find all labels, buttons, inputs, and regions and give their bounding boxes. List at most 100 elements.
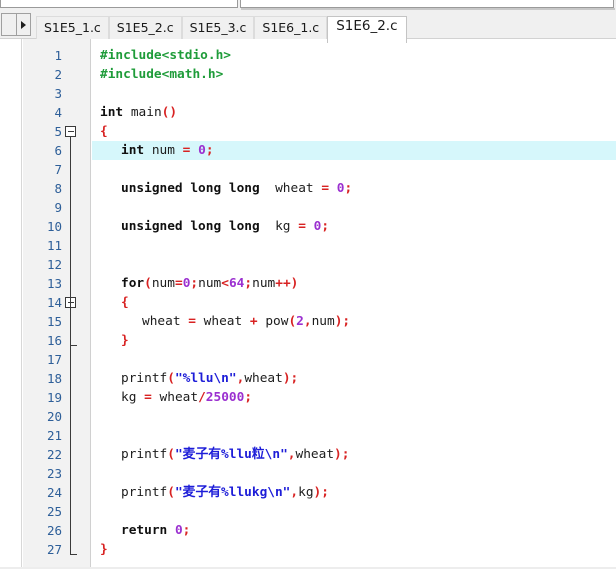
code-line[interactable]: } bbox=[121, 331, 129, 350]
code-line[interactable]: { bbox=[121, 293, 129, 312]
code-line[interactable]: for(num=0;num<64;num++) bbox=[121, 274, 298, 293]
tab-S1E5_2-c[interactable]: S1E5_2.c bbox=[108, 16, 182, 39]
code-line[interactable]: int main() bbox=[100, 103, 177, 122]
code-token: int bbox=[121, 143, 145, 158]
code-token: ( bbox=[144, 276, 152, 291]
code-line[interactable]: kg = wheat/25000; bbox=[121, 388, 252, 407]
code-token: = bbox=[298, 219, 306, 234]
code-token: ; bbox=[321, 219, 330, 234]
gutter-row[interactable]: 26 bbox=[23, 521, 90, 540]
code-line[interactable]: printf("%llu\n",wheat); bbox=[121, 369, 298, 388]
code-line[interactable]: #include<stdio.h> bbox=[100, 46, 231, 65]
code-token: () bbox=[161, 105, 178, 120]
line-number: 12 bbox=[46, 257, 62, 272]
gutter-row[interactable]: 14 bbox=[23, 293, 90, 312]
line-number: 16 bbox=[46, 333, 62, 348]
code-token: wheat bbox=[151, 390, 199, 405]
tab-S1E5_3-c[interactable]: S1E5_3.c bbox=[181, 16, 255, 39]
code-token: = bbox=[321, 181, 330, 196]
code-token: unsigned long long bbox=[121, 181, 260, 196]
code-token: ( bbox=[167, 447, 175, 462]
gutter-row[interactable]: 21 bbox=[23, 426, 90, 445]
line-number: 25 bbox=[46, 504, 62, 519]
tab-S1E5_1-c[interactable]: S1E5_1.c bbox=[36, 16, 109, 39]
code-line[interactable]: return 0; bbox=[121, 521, 190, 540]
code-line[interactable]: printf("麦子有%llukg\n",kg); bbox=[121, 483, 329, 502]
toolbar-strip bbox=[0, 0, 616, 11]
code-token: pow bbox=[257, 314, 289, 329]
code-token: num bbox=[144, 143, 183, 158]
gutter-row[interactable]: 17 bbox=[23, 350, 90, 369]
code-token: for bbox=[121, 276, 145, 291]
code-token: num bbox=[311, 314, 335, 329]
gutter-row[interactable]: 5 bbox=[23, 122, 90, 141]
code-token: wheat bbox=[195, 314, 250, 329]
gutter-row[interactable]: 25 bbox=[23, 502, 90, 521]
code-line[interactable]: unsigned long long wheat = 0; bbox=[121, 179, 352, 198]
code-line[interactable]: unsigned long long kg = 0; bbox=[121, 217, 329, 236]
code-token: = bbox=[174, 276, 183, 291]
line-number: 22 bbox=[46, 447, 62, 462]
code-editor[interactable]: 1 2 3 4 5 6 7 8 9 10 11 12 13 14 15 16 17 18 19 20 21 22 23 24 2… bbox=[0, 39, 616, 567]
gutter-row[interactable]: 11 bbox=[23, 236, 90, 255]
code-token: 0 bbox=[198, 143, 206, 158]
code-content-area[interactable]: #include<stdio.h> #include<math.h> int mai… bbox=[92, 39, 616, 567]
gutter-row[interactable]: 20 bbox=[23, 407, 90, 426]
tab-S1E6_2-c[interactable]: S1E6_2.c bbox=[327, 16, 407, 43]
tab-scroll-right-button[interactable] bbox=[16, 13, 31, 36]
gutter-row[interactable]: 10 bbox=[23, 217, 90, 236]
gutter-row[interactable]: 2 bbox=[23, 65, 90, 84]
fold-toggle-icon[interactable] bbox=[65, 126, 76, 137]
toolbar-panel-right bbox=[240, 0, 614, 8]
code-line[interactable]: int num = 0; bbox=[121, 141, 214, 160]
gutter-row[interactable]: 1 bbox=[23, 46, 90, 65]
code-token: 0 bbox=[174, 523, 183, 538]
gutter-row[interactable]: 8 bbox=[23, 179, 90, 198]
code-token: return bbox=[121, 523, 168, 538]
tab-list: S1E5_1.c S1E5_2.c S1E5_3.c S1E6_1.c S1E6_2.c bbox=[36, 16, 407, 43]
code-token: num bbox=[151, 276, 175, 291]
code-token: wheat bbox=[259, 181, 322, 196]
gutter-row[interactable]: 7 bbox=[23, 160, 90, 179]
gutter-row[interactable]: 18 bbox=[23, 369, 90, 388]
code-line[interactable]: } bbox=[100, 540, 108, 559]
line-number-gutter[interactable]: 1 2 3 4 5 6 7 8 9 10 11 12 13 14 15 16 17 18 19 20 21 22 23 24 2… bbox=[23, 39, 91, 567]
code-token: ); bbox=[313, 485, 329, 500]
code-line[interactable]: wheat = wheat + pow(2,num); bbox=[142, 312, 350, 331]
code-line[interactable]: #include<math.h> bbox=[100, 65, 223, 84]
line-number: 13 bbox=[46, 276, 62, 291]
gutter-row[interactable]: 24 bbox=[23, 483, 90, 502]
gutter-row[interactable]: 12 bbox=[23, 255, 90, 274]
gutter-row[interactable]: 9 bbox=[23, 198, 90, 217]
gutter-row[interactable]: 27 bbox=[23, 540, 90, 559]
gutter-row[interactable]: 16 bbox=[23, 331, 90, 350]
code-line[interactable]: { bbox=[100, 122, 108, 141]
code-token: wheat bbox=[142, 314, 189, 329]
code-token: #include<math.h> bbox=[100, 67, 224, 82]
line-number: 6 bbox=[54, 143, 62, 158]
code-token: 2 bbox=[296, 314, 304, 329]
gutter-row[interactable]: 6 bbox=[23, 141, 90, 160]
tab-S1E6_1-c[interactable]: S1E6_1.c bbox=[254, 16, 328, 39]
code-token: ; bbox=[244, 276, 253, 291]
gutter-row[interactable]: 19 bbox=[23, 388, 90, 407]
line-number: 24 bbox=[46, 485, 62, 500]
editor-bottom-gap bbox=[0, 567, 616, 582]
code-line[interactable]: printf("麦子有%llu粒\n",wheat); bbox=[121, 445, 349, 464]
gutter-row[interactable]: 23 bbox=[23, 464, 90, 483]
gutter-row[interactable]: 15 bbox=[23, 312, 90, 331]
gutter-row[interactable]: 4 bbox=[23, 103, 90, 122]
code-token: ++) bbox=[275, 276, 299, 291]
gutter-row[interactable]: 3 bbox=[23, 84, 90, 103]
line-number: 9 bbox=[54, 200, 62, 215]
gutter-row[interactable]: 22 bbox=[23, 445, 90, 464]
gutter-row[interactable]: 13 bbox=[23, 274, 90, 293]
code-token: ( bbox=[167, 371, 175, 386]
tab-scroll-left-button[interactable] bbox=[1, 13, 16, 36]
editor-left-margin bbox=[0, 39, 22, 567]
chevron-right-icon bbox=[21, 20, 26, 29]
line-number: 15 bbox=[46, 314, 62, 329]
fold-guide-line bbox=[70, 137, 71, 554]
